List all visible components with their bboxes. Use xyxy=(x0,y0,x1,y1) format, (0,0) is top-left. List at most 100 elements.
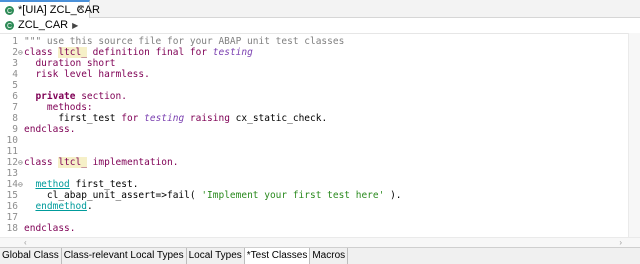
code-token: testing xyxy=(212,47,253,58)
code-token: methods: xyxy=(24,102,93,113)
code-line[interactable]: 18 endclass. xyxy=(0,223,628,234)
code-token: section. xyxy=(75,91,127,102)
line-number: 5 xyxy=(12,80,18,91)
chevron-right-icon[interactable]: ▶ xyxy=(72,21,78,30)
line-number: 7 xyxy=(12,102,18,113)
code-text: class ltcl_ implementation. xyxy=(24,157,178,168)
code-text: method first_test. xyxy=(24,179,138,190)
code-text: private section. xyxy=(24,91,127,102)
code-token: implementation. xyxy=(86,157,179,168)
code-token: cl_abap_unit_assert=>fail( xyxy=(24,190,202,201)
code-text: endmethod. xyxy=(24,201,93,212)
code-line[interactable]: 10 xyxy=(0,135,628,146)
breadcrumb: C ZCL_CAR ▶ xyxy=(0,18,640,32)
code-token: endmethod xyxy=(35,201,87,212)
code-token: for xyxy=(121,113,145,124)
code-line[interactable]: 5 xyxy=(0,80,628,91)
code-token: ). xyxy=(384,190,402,201)
tab-class-relevant-local-types[interactable]: Class-relevant Local Types xyxy=(62,248,187,264)
code-text: duration short xyxy=(24,58,116,69)
tab-global-class[interactable]: Global Class xyxy=(0,248,62,264)
svg-text:C: C xyxy=(7,8,12,15)
line-number: 6 xyxy=(12,91,18,102)
svg-text:C: C xyxy=(7,23,12,30)
abap-class-icon: C xyxy=(4,20,15,31)
editor-page-tabs: Global Class Class-relevant Local Types Lo… xyxy=(0,247,640,264)
code-token: class xyxy=(24,47,59,58)
code-text: class ltcl_ definition final for testing xyxy=(24,47,253,58)
code-line[interactable]: 14 ⊖ method first_test. xyxy=(0,179,628,190)
line-number: 9 xyxy=(12,124,18,135)
code-text: cl_abap_unit_assert=>fail( 'Implement yo… xyxy=(24,190,402,201)
line-number: 13 xyxy=(6,168,18,179)
code-token: definition final for xyxy=(86,47,213,58)
breadcrumb-label[interactable]: ZCL_CAR xyxy=(18,19,68,31)
code-line[interactable]: 2 ⊖ class ltcl_ definition final for testi… xyxy=(0,47,628,58)
line-number: 15 xyxy=(6,190,18,201)
editor-tab-title: *[UIA] ZCL_CAR xyxy=(18,4,100,16)
close-icon[interactable]: ✕ xyxy=(77,4,85,15)
abap-class-icon: C xyxy=(4,5,15,16)
tab-macros[interactable]: Macros xyxy=(310,248,349,264)
code-token: class xyxy=(24,157,59,168)
line-number: 12 xyxy=(6,157,18,168)
code-line[interactable]: 1 """ use this source file for your ABAP … xyxy=(0,36,628,47)
line-number: 18 xyxy=(6,223,18,234)
code-token: raising xyxy=(184,113,236,124)
code-token: """ use this source file for your ABAP u… xyxy=(24,36,345,47)
code-line[interactable]: 7 methods: xyxy=(0,102,628,113)
line-number: 10 xyxy=(6,135,18,146)
code-line[interactable]: 12 ⊖ class ltcl_ implementation. xyxy=(0,157,628,168)
code-editor[interactable]: 1 """ use this source file for your ABAP … xyxy=(0,33,628,237)
code-token: . xyxy=(86,201,93,212)
code-line[interactable]: 11 xyxy=(0,146,628,157)
code-text: endclass. xyxy=(24,124,75,135)
editor-tab-zcl-car[interactable]: C *[UIA] ZCL_CAR ✕ xyxy=(0,0,100,18)
code-line[interactable]: 16 endmethod. xyxy=(0,201,628,212)
code-line[interactable]: 15 cl_abap_unit_assert=>fail( 'Implement… xyxy=(0,190,628,201)
code-token: endclass. xyxy=(24,223,76,234)
code-token: ltcl_ xyxy=(58,157,87,168)
code-token: 'Implement your first test here' xyxy=(201,190,385,201)
code-token: first_test xyxy=(24,113,122,124)
code-token: cx_static_check. xyxy=(235,113,328,124)
code-text: risk level harmless. xyxy=(24,69,150,80)
code-token: risk level harmless. xyxy=(24,69,150,80)
code-text: """ use this source file for your ABAP u… xyxy=(24,36,344,47)
line-number: 8 xyxy=(12,113,18,124)
tab-local-types[interactable]: Local Types xyxy=(187,248,245,264)
code-token: first_test. xyxy=(69,179,139,190)
code-text: endclass. xyxy=(24,223,75,234)
code-token: method xyxy=(35,179,70,190)
code-line[interactable]: 17 xyxy=(0,212,628,223)
code-line[interactable]: 8 first_test for testing raising cx_stat… xyxy=(0,113,628,124)
code-line[interactable]: 9 endclass. xyxy=(0,124,628,135)
code-line[interactable]: 6 private section. xyxy=(0,91,628,102)
line-number: 14 xyxy=(6,179,18,190)
code-line[interactable]: 3 duration short xyxy=(0,58,628,69)
code-token: testing xyxy=(144,113,185,124)
code-text: first_test for testing raising cx_static… xyxy=(24,113,327,124)
line-number: 3 xyxy=(12,58,18,69)
code-text: methods: xyxy=(24,102,93,113)
code-token: ltcl_ xyxy=(58,47,87,58)
line-number: 11 xyxy=(6,146,18,157)
line-number: 1 xyxy=(12,36,18,47)
tab-test-classes[interactable]: *Test Classes xyxy=(244,248,311,264)
line-number: 4 xyxy=(12,69,18,80)
editor-tab-bar: C *[UIA] ZCL_CAR ✕ xyxy=(0,0,640,18)
scroll-left-icon[interactable]: ‹ xyxy=(24,238,27,247)
scroll-right-icon[interactable]: › xyxy=(619,238,622,247)
line-number: 16 xyxy=(6,201,18,212)
line-number: 17 xyxy=(6,212,18,223)
code-token: endclass. xyxy=(24,124,76,135)
code-token: duration short xyxy=(24,58,116,69)
code-line[interactable]: 13 xyxy=(0,168,628,179)
horizontal-scrollbar[interactable]: ‹ › xyxy=(0,237,640,247)
code-line[interactable]: 4 risk level harmless. xyxy=(0,69,628,80)
vertical-scrollbar[interactable] xyxy=(628,33,640,237)
line-number: 2 xyxy=(12,47,18,58)
code-token: private xyxy=(24,91,76,102)
